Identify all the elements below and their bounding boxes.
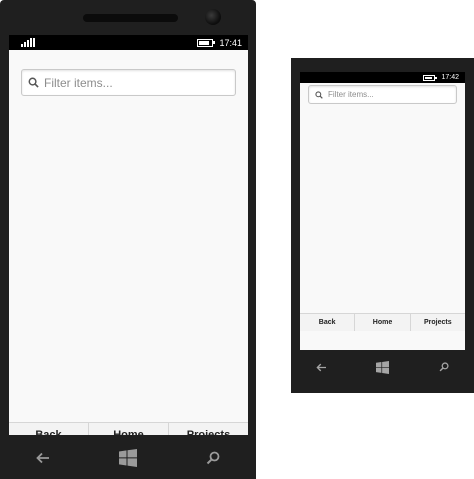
windows-start-icon <box>376 360 389 374</box>
search-placeholder: Filter items... <box>328 90 374 99</box>
filter-search-box[interactable]: Filter items... <box>21 69 236 96</box>
search-icon <box>28 77 39 88</box>
search-icon <box>315 90 323 99</box>
battery-icon <box>197 38 216 47</box>
search-placeholder: Filter items... <box>44 75 113 90</box>
tab-back[interactable]: Back <box>300 314 356 331</box>
screen: 17:42 Filter items... Back Home Projects <box>300 72 465 350</box>
status-time: 17:41 <box>219 37 242 48</box>
status-bar: 17:42 <box>300 72 465 83</box>
search-icon <box>207 451 220 465</box>
status-time: 17:42 <box>441 74 459 81</box>
back-arrow-icon <box>316 363 326 371</box>
front-camera <box>205 9 221 25</box>
back-button[interactable] <box>23 443 63 473</box>
windows-start-icon <box>118 449 137 467</box>
tab-home[interactable]: Home <box>89 423 169 435</box>
start-button[interactable] <box>108 443 148 473</box>
back-button[interactable] <box>302 352 342 382</box>
status-bar: 17:41 <box>9 35 248 50</box>
hardware-nav-bar <box>0 437 256 479</box>
bottom-tab-bar: Back Home Projects <box>9 422 248 435</box>
earpiece-speaker <box>83 14 178 22</box>
search-icon <box>439 362 449 372</box>
search-button[interactable] <box>193 443 233 473</box>
bottom-tab-bar: Back Home Projects <box>300 313 465 331</box>
hardware-nav-bar <box>291 350 474 384</box>
start-button[interactable] <box>363 352 403 382</box>
search-button[interactable] <box>424 352 464 382</box>
signal-icon <box>21 38 35 47</box>
tab-back[interactable]: Back <box>9 423 89 435</box>
tab-home[interactable]: Home <box>355 314 411 331</box>
screen: 17:41 Filter items... Back Home Projects <box>9 35 248 435</box>
back-arrow-icon <box>35 452 49 464</box>
phone-small: 17:42 Filter items... Back Home Projects <box>291 58 474 393</box>
tab-projects[interactable]: Projects <box>411 314 465 331</box>
tab-projects[interactable]: Projects <box>169 423 248 435</box>
filter-search-box[interactable]: Filter items... <box>308 85 457 104</box>
phone-large: 17:41 Filter items... Back Home Projects <box>0 0 256 479</box>
battery-icon <box>423 74 438 81</box>
